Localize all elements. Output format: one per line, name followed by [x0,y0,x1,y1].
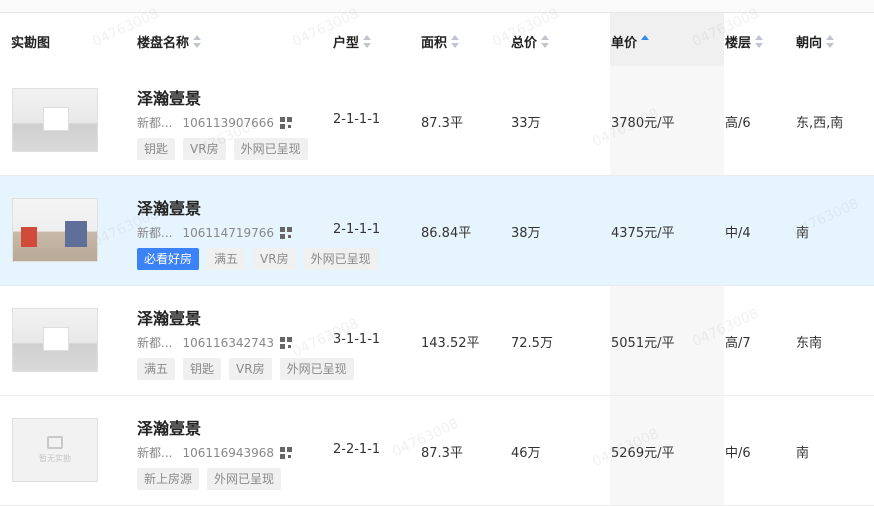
orientation-cell: 东,西,南 [796,116,844,131]
floor-cell: 中/6 [725,446,751,461]
tag: 新上房源 [137,468,200,490]
listing-meta: 新都... 106113907666 [137,114,293,131]
district: 新都... [137,226,173,240]
tag: 外网已呈现 [279,358,354,380]
header-area[interactable]: 面积 [421,32,460,51]
listing-meta: 新都... 106116943968 [137,444,293,461]
listing-meta: 新都... 106114719766 [137,224,293,241]
tag-list: 新上房源 外网已呈现 [137,468,282,490]
listing-code: 106114719766 [182,225,275,240]
estate-name[interactable]: 泽瀚壹景 [137,415,201,439]
tag-list: 必看好房 满五 VR房 外网已呈现 [137,248,378,270]
table-row[interactable]: 泽瀚壹景 新都... 106113907666 钥匙 VR房 外网已呈现 2-1… [0,66,874,176]
tag: 外网已呈现 [233,138,308,160]
tag: 外网已呈现 [207,468,282,490]
table-row[interactable]: 泽瀚壹景 新都... 106116342743 满五 钥匙 VR房 外网已呈现 … [0,286,874,396]
header-floor[interactable]: 楼层 [725,32,764,51]
estate-name[interactable]: 泽瀚壹景 [137,195,201,219]
qr-code-icon[interactable] [280,226,293,239]
layout-cell: 2-1-1-1 [333,222,381,237]
orientation-cell: 南 [796,446,810,461]
tag: 外网已呈现 [303,248,378,270]
unit-price-cell: 5051元/平 [611,336,675,351]
table-row[interactable]: 泽瀚壹景 新都... 106114719766 必看好房 满五 VR房 外网已呈… [0,176,874,286]
listing-photo[interactable] [12,88,98,152]
tag: 钥匙 [137,138,176,160]
listing-photo-placeholder[interactable]: 暂无实勘 [12,418,98,482]
sort-icon[interactable] [826,35,835,48]
tag: 满五 [207,248,246,270]
floor-cell: 高/7 [725,336,751,351]
total-price-cell: 72.5万 [511,336,553,351]
listing-photo[interactable] [12,308,98,372]
orientation-cell: 东南 [796,336,823,351]
tag: 满五 [137,358,176,380]
header-layout[interactable]: 户型 [333,32,372,51]
tag: VR房 [183,138,226,160]
qr-code-icon[interactable] [280,336,293,349]
total-price-cell: 46万 [511,446,541,461]
total-price-cell: 33万 [511,116,541,131]
estate-name[interactable]: 泽瀚壹景 [137,305,201,329]
listing-code: 106116342743 [182,335,275,350]
district: 新都... [137,116,173,130]
area-cell: 143.52平 [421,336,480,351]
table-header: 实勘图 楼盘名称 户型 面积 总价 单价 楼层 朝向 [0,13,874,66]
camera-icon [47,436,63,449]
sort-asc-icon[interactable] [641,35,650,48]
listing-meta: 新都... 106116342743 [137,334,293,351]
qr-code-icon[interactable] [280,116,293,129]
qr-code-icon[interactable] [280,446,293,459]
unit-price-cell: 4375元/平 [611,226,675,241]
top-border [0,0,874,13]
tag: 钥匙 [183,358,222,380]
area-cell: 87.3平 [421,446,463,461]
tag-list: 满五 钥匙 VR房 外网已呈现 [137,358,354,380]
sort-icon[interactable] [363,35,372,48]
layout-cell: 3-1-1-1 [333,332,381,347]
orientation-cell: 南 [796,226,810,241]
header-orientation[interactable]: 朝向 [796,32,835,51]
estate-name[interactable]: 泽瀚壹景 [137,85,201,109]
no-photo-label: 暂无实勘 [39,454,71,463]
sort-icon[interactable] [755,35,764,48]
listing-code: 106113907666 [182,115,275,130]
layout-cell: 2-2-1-1 [333,442,381,457]
area-cell: 86.84平 [421,226,472,241]
tag: VR房 [253,248,296,270]
floor-cell: 高/6 [725,116,751,131]
listing-code: 106116943968 [182,445,275,460]
unit-price-cell: 3780元/平 [611,116,675,131]
listing-photo[interactable] [12,198,98,262]
floor-cell: 中/4 [725,226,751,241]
area-cell: 87.3平 [421,116,463,131]
unit-price-cell: 5269元/平 [611,446,675,461]
sort-icon[interactable] [193,35,202,48]
layout-cell: 2-1-1-1 [333,112,381,127]
header-total-price[interactable]: 总价 [511,32,550,51]
must-see-tag: 必看好房 [137,248,200,270]
tag: VR房 [229,358,272,380]
total-price-cell: 38万 [511,226,541,241]
header-photo: 实勘图 [11,36,51,51]
district: 新都... [137,336,173,350]
sort-icon[interactable] [541,35,550,48]
district: 新都... [137,446,173,460]
tag-list: 钥匙 VR房 外网已呈现 [137,138,308,160]
header-estate-name[interactable]: 楼盘名称 [137,32,202,51]
table-row[interactable]: 暂无实勘 泽瀚壹景 新都... 106116943968 新上房源 外网已呈现 … [0,396,874,506]
sort-icon[interactable] [451,35,460,48]
header-unit-price[interactable]: 单价 [611,32,650,51]
